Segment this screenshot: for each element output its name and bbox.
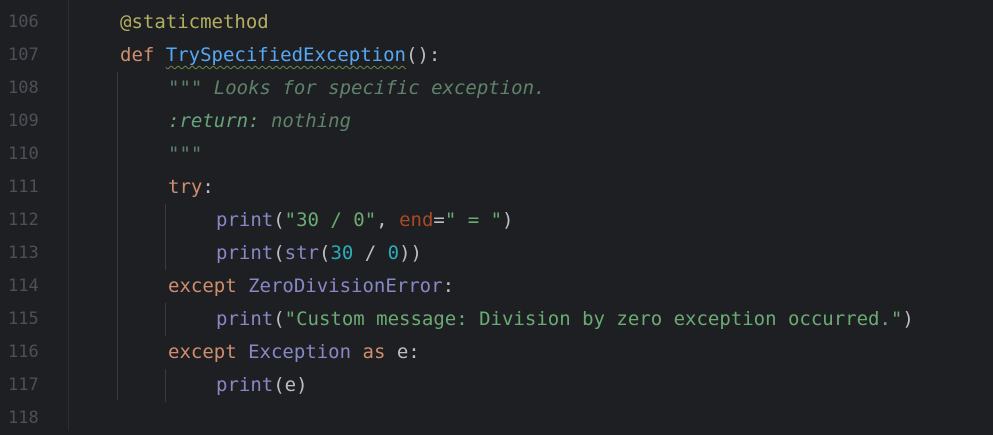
code-line-109[interactable]: :return: nothing: [168, 105, 351, 138]
punctuation: :: [442, 275, 455, 297]
code-line-117[interactable]: print(e): [216, 369, 308, 402]
punctuation: ): [296, 374, 308, 396]
line-number: 118: [8, 408, 39, 428]
number-literal: 0: [387, 242, 400, 264]
indent-guide: [117, 72, 118, 400]
punctuation: =: [433, 209, 445, 231]
punctuation: ): [902, 308, 914, 330]
punctuation: (: [273, 209, 285, 231]
code-line-115[interactable]: print("Custom message: Division by zero …: [216, 303, 914, 336]
exception-class: Exception: [248, 341, 352, 363]
builtin-print: print: [216, 242, 274, 264]
docstring: nothing: [259, 110, 352, 132]
line-number: 115: [8, 309, 39, 329]
punctuation: (: [273, 242, 285, 264]
line-number-gutter: 106 107 108 109 110 111 112 113 114 115 …: [0, 0, 68, 430]
builtin-print: print: [216, 374, 274, 396]
line-number: 114: [8, 276, 39, 296]
code-line-114[interactable]: except ZeroDivisionError:: [168, 270, 454, 303]
punctuation: ): [502, 209, 514, 231]
line-number: 109: [8, 111, 39, 131]
code-line-108[interactable]: """ Looks for specific exception.: [168, 72, 546, 105]
punctuation: :: [202, 176, 214, 198]
keyword-as: as: [362, 341, 386, 363]
docstring: """ Looks for specific exception.: [168, 77, 546, 99]
keyword-except: except: [168, 341, 237, 363]
string-literal: " = ": [444, 209, 503, 231]
line-number: 106: [8, 12, 39, 32]
number-literal: 30: [330, 242, 354, 264]
exception-class: ZeroDivisionError: [248, 275, 443, 297]
decorator: @staticmethod: [120, 11, 269, 33]
line-number: 117: [8, 375, 39, 395]
variable: e: [284, 374, 297, 396]
keyword-argument: end: [399, 209, 434, 231]
variable: e: [396, 341, 409, 363]
docstring: """: [168, 143, 203, 165]
indent-guide: [165, 369, 166, 402]
punctuation: ():: [406, 44, 441, 66]
punctuation: (: [318, 242, 331, 264]
code-line-113[interactable]: print(str(30 / 0)): [216, 237, 422, 270]
code-line-111[interactable]: try:: [168, 171, 214, 204]
code-line-116[interactable]: except Exception as e:: [168, 336, 420, 369]
string-literal: "30 / 0": [284, 209, 377, 231]
punctuation: (: [273, 374, 285, 396]
gutter-divider: [68, 0, 69, 430]
line-number: 113: [8, 243, 39, 263]
builtin-print: print: [216, 209, 274, 231]
indent-guide: [165, 204, 166, 270]
function-name[interactable]: TrySpecifiedException: [166, 44, 406, 66]
indent-guide: [165, 303, 166, 336]
line-number: 108: [8, 78, 39, 98]
punctuation: )): [399, 242, 422, 264]
code-line-112[interactable]: print("30 / 0", end=" = "): [216, 204, 514, 237]
code-editor[interactable]: 106 107 108 109 110 111 112 113 114 115 …: [0, 0, 993, 430]
keyword-except: except: [168, 275, 237, 297]
code-line-107[interactable]: def TrySpecifiedException():: [120, 39, 440, 72]
punctuation: (: [273, 308, 285, 330]
line-number: 111: [8, 177, 39, 197]
line-number: 110: [8, 144, 39, 164]
docstring-tag: :return:: [168, 110, 260, 132]
operator: /: [353, 242, 388, 264]
punctuation: ,: [376, 209, 400, 231]
builtin-print: print: [216, 308, 274, 330]
code-line-110[interactable]: """: [168, 138, 202, 171]
builtin-str: str: [284, 242, 319, 264]
code-line-106[interactable]: @staticmethod: [120, 6, 269, 39]
line-number: 112: [8, 210, 39, 230]
line-number: 107: [8, 45, 39, 65]
string-literal: "Custom message: Division by zero except…: [284, 308, 903, 330]
punctuation: :: [408, 341, 420, 363]
line-number: 116: [8, 342, 39, 362]
keyword-try: try: [168, 176, 203, 198]
keyword-def: def: [120, 44, 155, 66]
